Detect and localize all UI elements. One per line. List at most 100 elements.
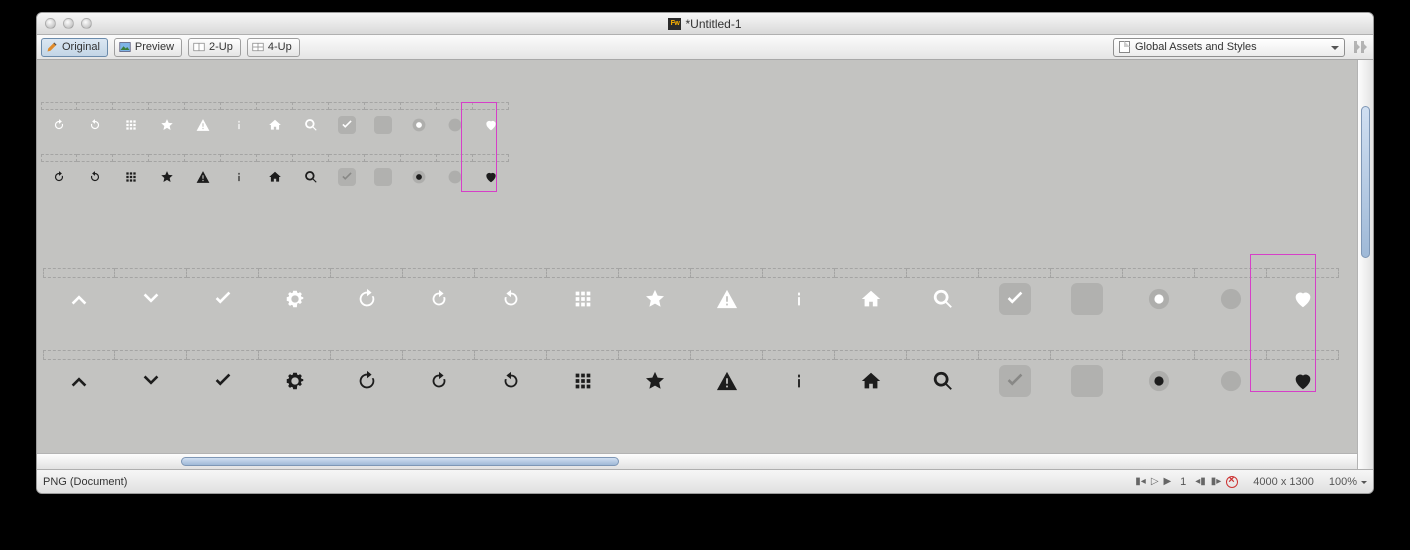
canvas-dimensions: 4000 x 1300 — [1253, 476, 1314, 488]
checkbox-sprite[interactable] — [979, 360, 1051, 402]
image-icon — [119, 41, 131, 53]
icon-row-small-white — [41, 110, 509, 140]
radio-on-sprite[interactable] — [1123, 278, 1195, 320]
tab-2up-label: 2-Up — [209, 41, 233, 53]
square-sprite[interactable] — [1051, 360, 1123, 402]
check-sprite[interactable] — [187, 278, 259, 320]
tab-preview[interactable]: Preview — [114, 38, 182, 57]
canvas[interactable] — [37, 60, 1357, 469]
star-sprite[interactable] — [149, 162, 185, 192]
redo-sprite[interactable] — [403, 360, 475, 402]
chev-down-sprite[interactable] — [115, 278, 187, 320]
alert-sprite[interactable] — [185, 110, 221, 140]
tab-4up[interactable]: 4-Up — [247, 38, 300, 57]
square-sprite[interactable] — [1051, 278, 1123, 320]
rounded-square-icon — [338, 168, 356, 186]
page-number: 1 — [1176, 476, 1190, 488]
square-sprite[interactable] — [365, 162, 401, 192]
pages-dropdown[interactable]: Global Assets and Styles — [1113, 38, 1345, 57]
checkbox-sprite[interactable] — [329, 162, 365, 192]
grip-sprite[interactable] — [113, 162, 149, 192]
rounded-square-icon — [374, 168, 392, 186]
document-title: *Untitled-1 — [685, 17, 741, 31]
play-button[interactable]: ▶ — [1164, 476, 1172, 487]
radio-on-sprite[interactable] — [401, 110, 437, 140]
prev-page-button[interactable]: ▷ — [1151, 476, 1159, 487]
prev-frame-button[interactable]: ◂▮ — [1195, 476, 1206, 487]
document-type-label: PNG (Document) — [43, 476, 1135, 488]
page-navigator: ▮◂ ▷ ▶ 1 ◂▮ ▮▸ 4000 x 1300 100% — [1135, 476, 1367, 488]
star-sprite[interactable] — [619, 360, 691, 402]
info-sprite[interactable] — [221, 110, 257, 140]
chev-up-sprite[interactable] — [43, 360, 115, 402]
square-sprite[interactable] — [365, 110, 401, 140]
minimize-window-button[interactable] — [63, 18, 74, 29]
info-sprite[interactable] — [221, 162, 257, 192]
rounded-square-icon — [338, 116, 356, 134]
tab-original[interactable]: Original — [41, 38, 108, 57]
search-sprite[interactable] — [293, 110, 329, 140]
pages-dropdown-label: Global Assets and Styles — [1135, 41, 1257, 53]
icon-row-large-white — [43, 278, 1339, 320]
rounded-square-icon — [1071, 365, 1103, 397]
undo-sprite[interactable] — [77, 110, 113, 140]
grip-sprite[interactable] — [113, 110, 149, 140]
rounded-square-icon — [1071, 283, 1103, 315]
info-sprite[interactable] — [763, 278, 835, 320]
refresh-sprite[interactable] — [331, 360, 403, 402]
grip-sprite[interactable] — [547, 278, 619, 320]
zoom-level[interactable]: 100% — [1329, 476, 1367, 488]
view-toolbar: Original Preview 2-Up 4-Up Global Assets… — [37, 35, 1373, 60]
alert-sprite[interactable] — [691, 360, 763, 402]
close-window-button[interactable] — [45, 18, 56, 29]
checkbox-sprite[interactable] — [329, 110, 365, 140]
gear-sprite[interactable] — [259, 278, 331, 320]
rounded-square-icon — [999, 283, 1031, 315]
home-sprite[interactable] — [835, 278, 907, 320]
refresh-sprite[interactable] — [331, 278, 403, 320]
radio-on-sprite[interactable] — [401, 162, 437, 192]
export-settings-button[interactable] — [1349, 38, 1369, 56]
chev-down-sprite[interactable] — [115, 360, 187, 402]
info-sprite[interactable] — [763, 360, 835, 402]
gear-sprite[interactable] — [259, 360, 331, 402]
stop-button[interactable] — [1226, 476, 1238, 488]
horizontal-scrollbar[interactable] — [37, 453, 1357, 469]
next-frame-button[interactable]: ▮▸ — [1211, 476, 1222, 487]
star-sprite[interactable] — [149, 110, 185, 140]
canvas-area — [37, 60, 1373, 469]
home-sprite[interactable] — [835, 360, 907, 402]
checkbox-sprite[interactable] — [979, 278, 1051, 320]
document-icon — [1119, 41, 1130, 53]
four-up-icon — [252, 41, 264, 53]
alert-sprite[interactable] — [185, 162, 221, 192]
grip-sprite[interactable] — [547, 360, 619, 402]
star-sprite[interactable] — [619, 278, 691, 320]
redo-sprite[interactable] — [41, 110, 77, 140]
first-page-button[interactable]: ▮◂ — [1135, 476, 1146, 487]
radio-on-sprite[interactable] — [1123, 360, 1195, 402]
undo-sprite[interactable] — [77, 162, 113, 192]
home-sprite[interactable] — [257, 110, 293, 140]
alert-sprite[interactable] — [691, 278, 763, 320]
search-sprite[interactable] — [293, 162, 329, 192]
selection-box-0[interactable] — [461, 102, 497, 192]
tab-2up[interactable]: 2-Up — [188, 38, 241, 57]
vertical-scrollbar[interactable] — [1357, 60, 1373, 469]
tab-original-label: Original — [62, 41, 100, 53]
zoom-window-button[interactable] — [81, 18, 92, 29]
redo-sprite[interactable] — [403, 278, 475, 320]
rounded-square-icon — [374, 116, 392, 134]
chev-up-sprite[interactable] — [43, 278, 115, 320]
pencil-icon — [46, 41, 58, 53]
titlebar: Fw *Untitled-1 — [37, 13, 1373, 35]
undo-sprite[interactable] — [475, 278, 547, 320]
rounded-square-icon — [999, 365, 1031, 397]
home-sprite[interactable] — [257, 162, 293, 192]
selection-box-1[interactable] — [1250, 254, 1316, 392]
redo-sprite[interactable] — [41, 162, 77, 192]
undo-sprite[interactable] — [475, 360, 547, 402]
search-sprite[interactable] — [907, 360, 979, 402]
check-sprite[interactable] — [187, 360, 259, 402]
search-sprite[interactable] — [907, 278, 979, 320]
